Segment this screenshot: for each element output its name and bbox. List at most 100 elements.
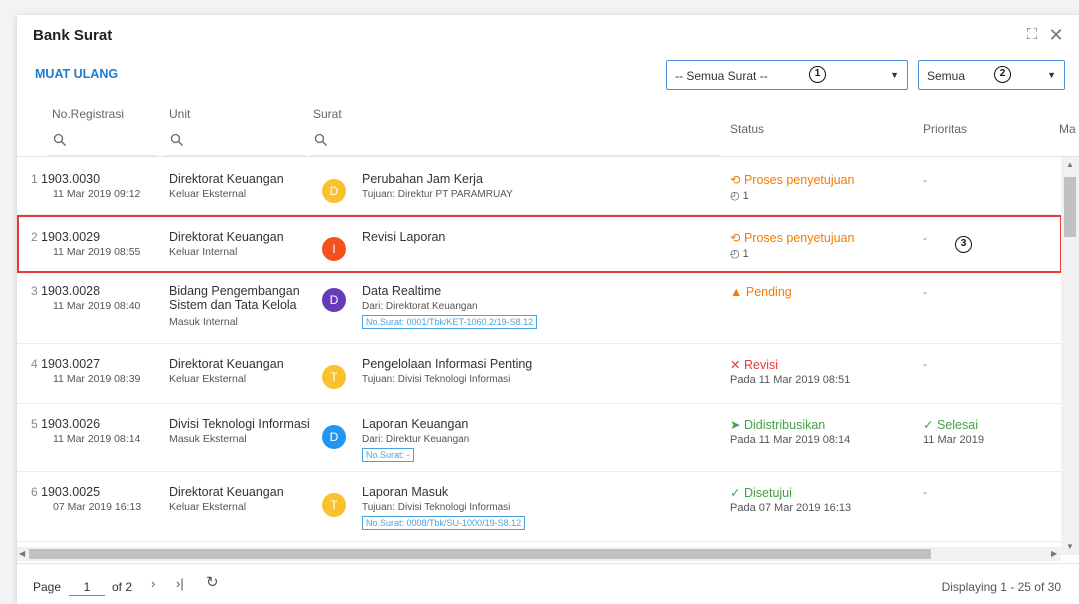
registration-date: 11 Mar 2019 08:40 [53,300,141,312]
scroll-up-icon[interactable]: ▲ [1066,160,1074,169]
selected-row-highlight: 3 [17,215,1062,273]
avatar: D [322,425,346,449]
bank-surat-dialog: Bank Surat ⛶ ✕ MUAT ULANG -- Semua Surat… [17,15,1079,604]
letter-recipient: Tujuan: Direktur PT PARAMRUAY [362,189,513,200]
vertical-scrollbar[interactable]: ▲ ▼ [1061,157,1079,555]
scroll-right-icon[interactable]: ▶ [1051,549,1057,558]
priority-value: - [923,285,927,299]
dialog-title: Bank Surat [33,27,113,44]
unit-type: Masuk Internal [169,316,238,328]
page-label: Page [33,580,62,594]
next-page-icon[interactable]: › [151,576,155,591]
letter-subject[interactable]: Pengelolaan Informasi Penting [362,357,532,371]
registration-date: 11 Mar 2019 09:12 [53,188,141,200]
registration-number: 1903.0030 [41,172,101,186]
letter-subject[interactable]: Laporan Keuangan [362,417,468,431]
status-label: ⟲ Proses penyetujuan [730,172,854,187]
priority-status: ✓ Selesai [923,417,978,432]
column-header-prioritas[interactable]: Prioritas [923,122,967,136]
column-header-more[interactable]: Ma [1059,122,1076,136]
cross-icon: ✕ [730,358,741,372]
scroll-down-icon[interactable]: ▼ [1066,542,1074,551]
status-text: Disetujui [743,486,792,500]
letter-number-badge: No.Surat: 0008/Tbk/SU-1000/19-S8.12 [362,515,526,530]
status-filter-select[interactable]: Semua 2 ▼ [918,60,1065,90]
registration-number: 1903.0027 [41,357,101,371]
status-label: ➤ Didistribusikan [730,417,825,432]
letter-number-badge: No.Surat: 0001/Tbk/KET-1060.2/19-S8.12 [362,314,538,329]
unit-name: Direktorat Keuangan [169,172,284,186]
annotation-badge-3: 3 [955,236,972,253]
search-icon[interactable] [170,133,184,147]
unit-name: Direktorat Keuangan [169,357,284,371]
letter-recipient: Tujuan: Divisi Teknologi Informasi [362,502,511,513]
column-header-surat[interactable]: Surat [313,107,342,121]
registration-date: 11 Mar 2019 08:39 [53,373,141,385]
priority-text: Selesai [936,418,978,432]
status-count: ◴ 1 [730,190,749,202]
letter-sender: Dari: Direktur Keuangan [362,434,470,445]
row-number: 6 [31,485,38,499]
expand-icon[interactable]: ⛶ [1023,26,1041,44]
priority-value: - [923,173,927,187]
status-date: Pada 07 Mar 2019 16:13 [730,502,852,514]
registration-number: 1903.0028 [41,284,101,298]
unit-type: Keluar Eksternal [169,501,247,513]
unit-name: Divisi Teknologi Informasi [169,417,310,431]
letter-subject[interactable]: Data Realtime [362,284,441,298]
registration-number: 1903.0026 [41,417,101,431]
grid-header: No.Registrasi Unit Surat Status Priorita… [17,97,1079,157]
row-number: 5 [31,417,38,431]
avatar: D [322,179,346,203]
filter-underline [47,155,157,156]
last-page-icon[interactable]: ›| [176,576,184,591]
priority-value: - [923,357,927,371]
reload-button[interactable]: MUAT ULANG [35,67,118,81]
avatar: D [322,288,346,312]
status-label: ▲ Pending [730,285,792,299]
table-row[interactable]: 5 1903.0026 11 Mar 2019 08:14 Divisi Tek… [17,404,1061,472]
scroll-left-icon[interactable]: ◀ [19,549,25,558]
filter-underline [165,155,305,156]
surat-filter-select[interactable]: -- Semua Surat -- 1 ▼ [666,60,908,90]
letter-subject[interactable]: Laporan Masuk [362,485,448,499]
display-count: Displaying 1 - 25 of 30 [941,580,1061,594]
page-count: of 2 [112,580,133,594]
table-row[interactable]: 3 1903.0028 11 Mar 2019 08:40 Bidang Pen… [17,273,1061,344]
unit-type: Keluar Eksternal [169,188,247,200]
unit-type: Masuk Eksternal [169,433,247,445]
page-number-input[interactable]: 1 [69,574,105,596]
search-icon[interactable] [314,133,328,147]
horizontal-scrollbar[interactable]: ◀ ▶ [17,547,1061,561]
status-date: Pada 11 Mar 2019 08:51 [730,374,851,386]
vertical-scroll-thumb[interactable] [1064,177,1076,237]
table-row[interactable]: 6 1903.0025 07 Mar 2019 16:13 Direktorat… [17,472,1061,542]
letter-number-badge: No.Surat: - [362,447,414,462]
registration-date: 07 Mar 2019 16:13 [53,501,142,513]
horizontal-scroll-thumb[interactable] [29,549,931,559]
close-icon[interactable]: ✕ [1047,26,1065,44]
pagination-bar: Page 1 of 2 › ›| ↻ Displaying 1 - 25 of … [17,563,1079,604]
status-filter-value: Semua [927,69,966,83]
column-header-registrasi[interactable]: No.Registrasi [52,107,124,121]
priority-value: - [923,485,927,499]
row-number: 4 [31,357,38,371]
status-text: Revisi [743,358,779,372]
column-header-status[interactable]: Status [730,122,764,136]
table-row[interactable]: 4 1903.0027 11 Mar 2019 08:39 Direktorat… [17,344,1061,404]
column-header-unit[interactable]: Unit [169,107,190,121]
letter-recipient: Tujuan: Divisi Teknologi Informasi [362,374,511,385]
status-text: Proses penyetujuan [743,173,855,187]
unit-type: Keluar Eksternal [169,373,247,385]
status-label: ✓ Disetujui [730,485,792,500]
refresh-icon[interactable]: ↻ [206,573,219,591]
row-number: 3 [31,284,38,298]
letter-subject[interactable]: Perubahan Jam Kerja [362,172,483,186]
filter-underline [309,155,719,156]
annotation-badge-1: 1 [809,66,826,83]
unit-name: Direktorat Keuangan [169,485,284,499]
annotation-badge-2: 2 [994,66,1011,83]
priority-date: 11 Mar 2019 [923,434,984,446]
table-row[interactable]: 1 1903.0030 11 Mar 2019 09:12 Direktorat… [17,157,1061,215]
search-icon[interactable] [53,133,67,147]
